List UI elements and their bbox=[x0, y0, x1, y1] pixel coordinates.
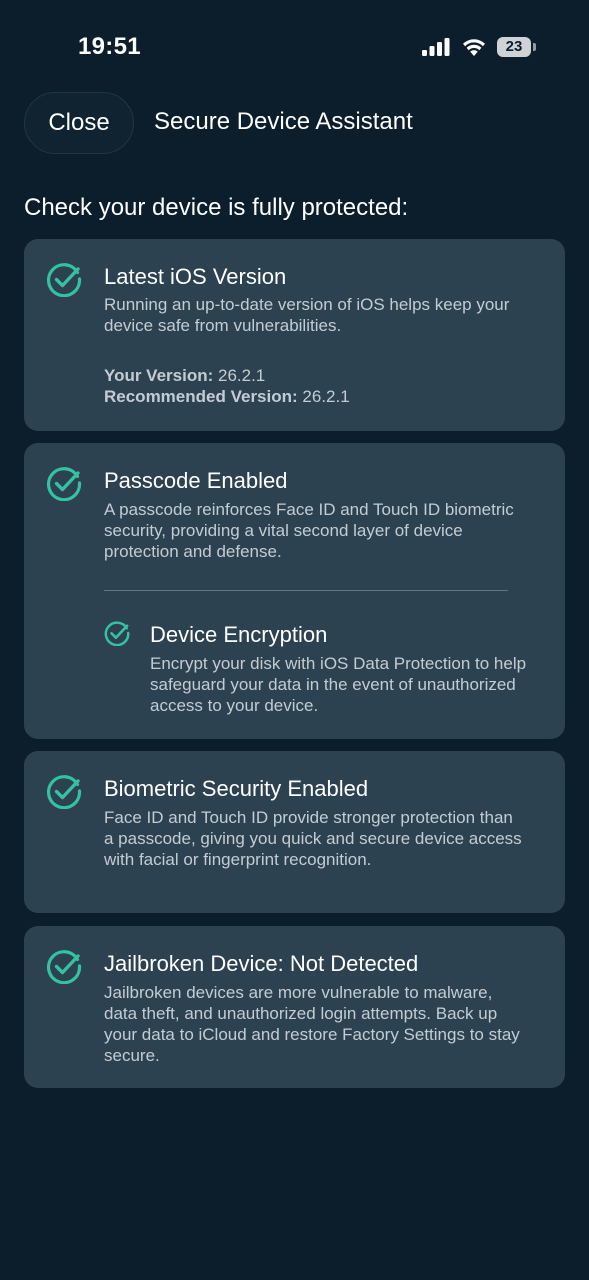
your-version-label: Your Version: bbox=[104, 366, 214, 385]
card-ios-version: Latest iOS Version Running an up-to-date… bbox=[24, 239, 565, 431]
card-description: A passcode reinforces Face ID and Touch … bbox=[104, 500, 514, 561]
card-title: Passcode Enabled bbox=[104, 468, 288, 493]
section-heading: Check your device is fully protected: bbox=[24, 194, 409, 221]
close-button[interactable]: Close bbox=[24, 92, 134, 154]
status-bar: 19:51 23 bbox=[0, 0, 589, 90]
recommended-version-line: Recommended Version: 26.2.1 bbox=[104, 387, 350, 407]
checkmark-circle-icon bbox=[104, 621, 130, 646]
page-title: Secure Device Assistant bbox=[154, 108, 413, 135]
your-version-value: 26.2.1 bbox=[218, 366, 266, 385]
battery-cap bbox=[533, 43, 536, 51]
wifi-icon bbox=[463, 39, 485, 56]
recommended-version-value: 26.2.1 bbox=[302, 387, 350, 406]
card-title: Biometric Security Enabled bbox=[104, 776, 369, 801]
sub-item-title: Device Encryption bbox=[150, 622, 328, 647]
card-biometric: Biometric Security Enabled Face ID and T… bbox=[24, 751, 565, 913]
card-description: Jailbroken devices are more vulnerable t… bbox=[104, 983, 520, 1065]
card-description: Running an up-to-date version of iOS hel… bbox=[104, 295, 510, 335]
recommended-version-label: Recommended Version: bbox=[104, 387, 298, 406]
checkmark-circle-icon bbox=[47, 467, 82, 501]
card-description: Face ID and Touch ID provide stronger pr… bbox=[104, 808, 522, 869]
your-version-line: Your Version: 26.2.1 bbox=[104, 366, 265, 386]
battery-indicator: 23 bbox=[497, 37, 531, 57]
card-passcode: Passcode Enabled A passcode reinforces F… bbox=[24, 443, 565, 739]
checkmark-circle-icon bbox=[47, 263, 82, 297]
divider bbox=[104, 590, 508, 591]
card-title: Jailbroken Device: Not Detected bbox=[104, 951, 419, 976]
cellular-signal-icon bbox=[422, 38, 450, 56]
checkmark-circle-icon bbox=[47, 950, 82, 984]
card-title: Latest iOS Version bbox=[104, 264, 287, 289]
sub-item-description: Encrypt your disk with iOS Data Protecti… bbox=[150, 654, 527, 715]
checkmark-circle-icon bbox=[47, 775, 82, 809]
card-jailbreak: Jailbroken Device: Not Detected Jailbrok… bbox=[24, 926, 565, 1088]
status-time: 19:51 bbox=[78, 33, 141, 60]
